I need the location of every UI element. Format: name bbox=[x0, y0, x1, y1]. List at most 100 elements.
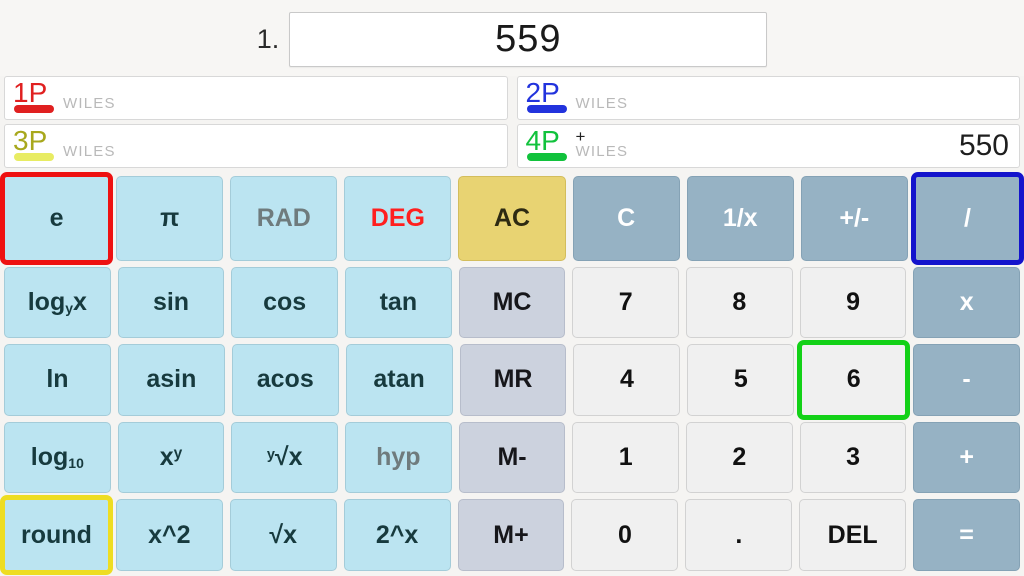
key-key[interactable]: . bbox=[685, 499, 793, 572]
player-row: 3P WILES 4P + WILES 550 bbox=[4, 124, 1020, 168]
keypad-row: round x^2 √x 2^x M+ 0. DEL = bbox=[0, 495, 1021, 575]
player-id-group: 2P bbox=[526, 78, 574, 119]
player-slot-3p[interactable]: 3P WILES bbox=[4, 124, 508, 168]
player-slot-2p[interactable]: 2P WILES bbox=[516, 76, 1020, 120]
player-name-label: WILES bbox=[63, 95, 116, 112]
key-label: DEG bbox=[370, 203, 425, 232]
key-label: . bbox=[735, 520, 743, 549]
key-label: round bbox=[21, 520, 92, 549]
display-bar: 1. 559 bbox=[0, 0, 1024, 76]
key-cos[interactable]: cos bbox=[231, 266, 339, 339]
display-field[interactable]: 559 bbox=[289, 11, 768, 67]
key-label: x bbox=[959, 287, 974, 316]
key-label: log10 bbox=[30, 443, 84, 472]
key-ln[interactable]: ln bbox=[4, 344, 111, 416]
key-asin[interactable]: asin bbox=[117, 344, 225, 416]
key-label: +/- bbox=[839, 203, 870, 232]
key-label: = bbox=[959, 520, 974, 549]
key-log-10[interactable]: log10 bbox=[4, 421, 111, 494]
keypad-row: logyx sin cos tan MC 7 8 9 x bbox=[4, 266, 1021, 339]
key-e[interactable]: e bbox=[0, 172, 114, 265]
key-label: π bbox=[160, 203, 180, 232]
key-label: ln bbox=[46, 365, 69, 394]
key-label: 2 bbox=[732, 443, 747, 472]
key-4[interactable]: 4 bbox=[573, 344, 681, 416]
key-label: 2^x bbox=[375, 520, 419, 549]
key-label: asin bbox=[146, 365, 197, 394]
key-label: 1 bbox=[618, 443, 633, 472]
key-label: cos bbox=[263, 287, 307, 316]
key-label: AC bbox=[493, 203, 531, 232]
key-rad[interactable]: RAD bbox=[230, 176, 338, 261]
key-log-y-x[interactable]: logyx bbox=[4, 266, 111, 339]
key-sin[interactable]: sin bbox=[117, 266, 225, 339]
key-key[interactable]: π bbox=[116, 176, 224, 261]
display-value: 559 bbox=[495, 17, 562, 60]
key-mc[interactable]: MC bbox=[458, 266, 566, 339]
key-mr[interactable]: MR bbox=[459, 344, 567, 416]
key-key[interactable]: + bbox=[913, 421, 1021, 494]
key-label: 6 bbox=[846, 365, 861, 394]
keypad: e π RAD DEG AC C 1/x +/- / logyx sin cos tan MC 7 8 9 x ln… bbox=[0, 172, 1024, 576]
key-9[interactable]: 9 bbox=[799, 266, 907, 339]
key-key[interactable]: +/- bbox=[800, 176, 908, 261]
key-y-root-x[interactable]: y√x bbox=[231, 421, 339, 494]
key-m[interactable]: M+ bbox=[457, 499, 565, 572]
key-acos[interactable]: acos bbox=[231, 344, 339, 416]
player-id-group: 1P bbox=[13, 78, 61, 119]
key-label: DEL bbox=[827, 520, 878, 549]
key-1-x[interactable]: 1/x bbox=[686, 176, 794, 261]
player-name-label: WILES bbox=[63, 143, 116, 160]
player-slot-1p[interactable]: 1P WILES bbox=[4, 76, 508, 120]
key-7[interactable]: 7 bbox=[572, 266, 680, 339]
keypad-row: e π RAD DEG AC C 1/x +/- / bbox=[0, 172, 1024, 265]
key-2[interactable]: 2 bbox=[686, 421, 793, 494]
key-label: M- bbox=[497, 443, 527, 472]
key-round[interactable]: round bbox=[0, 495, 113, 575]
player-color-bar bbox=[14, 153, 54, 161]
key-tan[interactable]: tan bbox=[345, 266, 452, 339]
player-name-label: WILES bbox=[575, 95, 629, 112]
key-key[interactable]: = bbox=[913, 499, 1021, 572]
key-x[interactable]: x bbox=[913, 266, 1021, 339]
player-slot-4p[interactable]: 4P + WILES 550 bbox=[516, 124, 1020, 168]
key-atan[interactable]: atan bbox=[345, 344, 453, 416]
key-ac[interactable]: AC bbox=[458, 176, 566, 261]
key-2-x[interactable]: 2^x bbox=[343, 499, 451, 572]
key-label: RAD bbox=[256, 203, 311, 232]
player-scoreboard: 1P WILES 2P WILES 3P WILES 4P + WILES 550 bbox=[0, 76, 1024, 172]
key-label: 5 bbox=[733, 365, 748, 394]
key-del[interactable]: DEL bbox=[799, 499, 907, 572]
key-x-y[interactable]: xy bbox=[117, 421, 225, 494]
key-1[interactable]: 1 bbox=[572, 421, 680, 494]
key-label: sin bbox=[152, 287, 190, 316]
key-0[interactable]: 0 bbox=[571, 499, 679, 572]
key-label: y√x bbox=[266, 443, 303, 472]
key-key[interactable]: / bbox=[910, 172, 1024, 265]
key-hyp[interactable]: hyp bbox=[345, 421, 452, 494]
key-label: 3 bbox=[846, 443, 860, 472]
key-c[interactable]: C bbox=[572, 176, 680, 261]
key-label: √x bbox=[269, 520, 298, 549]
player-id-label: 1P bbox=[13, 77, 48, 108]
key-8[interactable]: 8 bbox=[686, 266, 793, 339]
key-label: 8 bbox=[732, 287, 747, 316]
key-label: tan bbox=[379, 287, 418, 316]
player-row: 1P WILES 2P WILES bbox=[4, 76, 1020, 120]
key-label: MC bbox=[492, 287, 532, 316]
key-m[interactable]: M- bbox=[458, 421, 566, 494]
key-key[interactable]: - bbox=[913, 344, 1021, 416]
key-sqrt-x[interactable]: √x bbox=[229, 499, 337, 572]
key-label: M+ bbox=[493, 520, 529, 549]
key-6[interactable]: 6 bbox=[797, 340, 911, 420]
key-label: e bbox=[49, 203, 64, 232]
key-deg[interactable]: DEG bbox=[344, 176, 452, 261]
key-label: x^2 bbox=[148, 520, 191, 549]
key-5[interactable]: 5 bbox=[687, 344, 795, 416]
key-label: 9 bbox=[846, 287, 860, 316]
player-id-group: 3P bbox=[13, 126, 61, 167]
key-x-2[interactable]: x^2 bbox=[115, 499, 223, 572]
key-label: MR bbox=[493, 365, 533, 394]
key-label: 7 bbox=[618, 287, 633, 316]
key-3[interactable]: 3 bbox=[799, 421, 907, 494]
